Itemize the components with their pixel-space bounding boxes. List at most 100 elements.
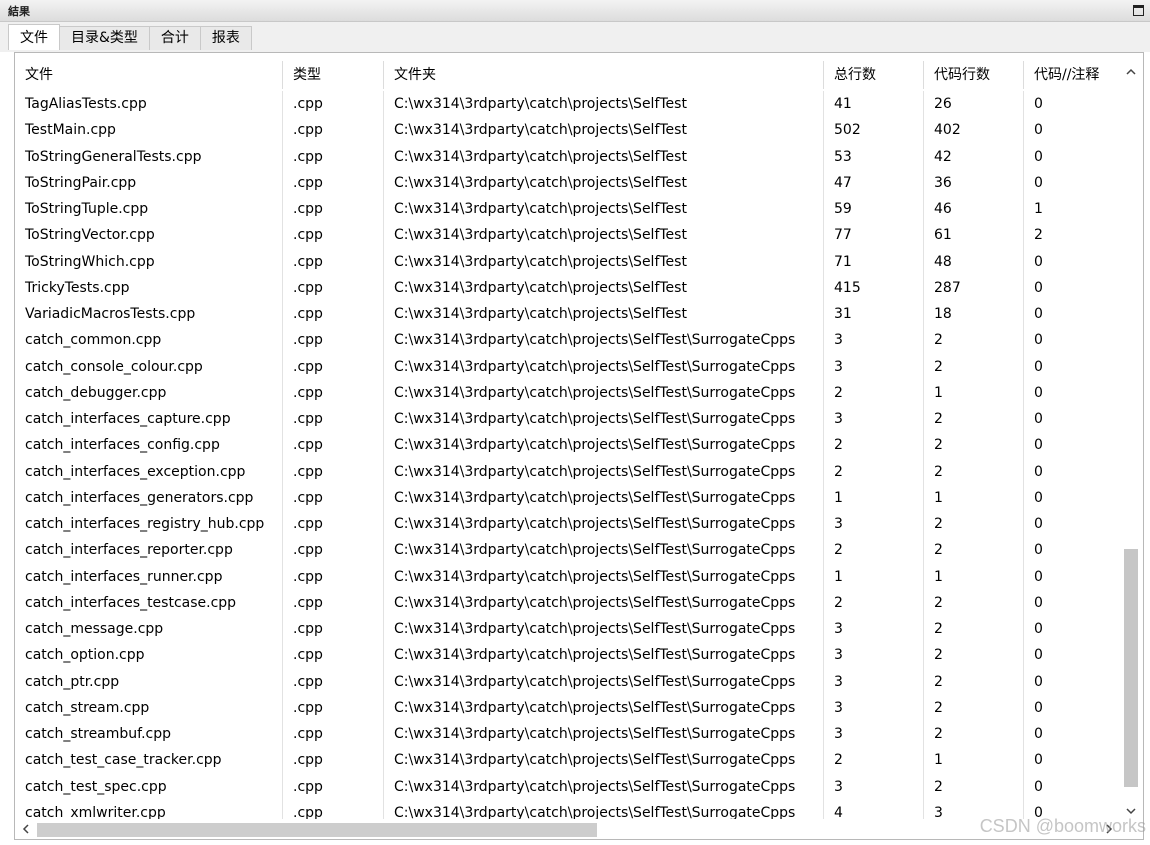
table-row[interactable]: catch_streambuf.cpp .cpp C:\wx314\3rdparty…	[15, 721, 1119, 748]
table-row[interactable]: TrickyTests.cpp .cpp C:\wx314\3rdparty\cat…	[15, 274, 1119, 301]
table-row[interactable]: catch_ptr.cpp .cpp C:\wx314\3rdparty\catch…	[15, 668, 1119, 695]
column-header-code-lines[interactable]: 代码行数	[924, 61, 1024, 89]
table-row[interactable]: catch_interfaces_testcase.cpp .cpp C:\wx31…	[15, 589, 1119, 616]
table-row[interactable]: catch_interfaces_exception.cpp .cpp C:\wx3…	[15, 458, 1119, 485]
column-header-type[interactable]: 类型	[283, 61, 384, 89]
cell-type: .cpp	[283, 668, 384, 695]
cell-file: catch_test_spec.cpp	[15, 773, 283, 800]
cell-folder: C:\wx314\3rdparty\catch\projects\SelfTes…	[384, 484, 824, 511]
cell-folder: C:\wx314\3rdparty\catch\projects\SelfTes…	[384, 458, 824, 485]
column-header-folder[interactable]: 文件夹	[384, 61, 824, 89]
cell-type: .cpp	[283, 248, 384, 275]
cell-file: catch_common.cpp	[15, 327, 283, 354]
table-row[interactable]: ToStringWhich.cpp .cpp C:\wx314\3rdparty\c…	[15, 248, 1119, 275]
cell-code-lines: 2	[924, 616, 1024, 643]
cell-file: ToStringTuple.cpp	[15, 196, 283, 223]
cell-type: .cpp	[283, 301, 384, 328]
cell-code-lines: 2	[924, 721, 1024, 748]
cell-code-lines: 402	[924, 117, 1024, 144]
cell-folder: C:\wx314\3rdparty\catch\projects\SelfTes…	[384, 537, 824, 564]
table-row[interactable]: catch_interfaces_runner.cpp .cpp C:\wx314\…	[15, 563, 1119, 590]
cell-total-lines: 1	[824, 484, 924, 511]
cell-type: .cpp	[283, 117, 384, 144]
cell-folder: C:\wx314\3rdparty\catch\projects\SelfTes…	[384, 668, 824, 695]
cell-code-lines: 48	[924, 248, 1024, 275]
scroll-up-button[interactable]	[1119, 61, 1143, 81]
cell-code-comment: 0	[1034, 96, 1043, 112]
column-header-total-lines[interactable]: 总行数	[824, 61, 924, 89]
scroll-right-button[interactable]	[1099, 819, 1119, 839]
tab-3[interactable]: 报表	[199, 26, 252, 50]
scroll-left-button[interactable]	[15, 819, 35, 839]
cell-type: .cpp	[283, 274, 384, 301]
horizontal-scrollbar[interactable]	[15, 819, 1119, 839]
table-row[interactable]: ToStringGeneralTests.cpp .cpp C:\wx314\3rd…	[15, 143, 1119, 170]
vertical-scroll-thumb[interactable]	[1124, 549, 1138, 787]
cell-type: .cpp	[283, 327, 384, 354]
cell-code-lines: 2	[924, 353, 1024, 380]
cell-code-comment: 0	[1034, 253, 1043, 270]
cell-file: catch_option.cpp	[15, 642, 283, 669]
table-row[interactable]: catch_message.cpp .cpp C:\wx314\3rdparty\c…	[15, 616, 1119, 643]
table-row[interactable]: catch_xmlwriter.cpp .cpp C:\wx314\3rdparty…	[15, 799, 1119, 821]
cell-file: catch_streambuf.cpp	[15, 721, 283, 748]
table-row[interactable]: catch_common.cpp .cpp C:\wx314\3rdparty\ca…	[15, 327, 1119, 354]
cell-total-lines: 2	[824, 458, 924, 485]
table-row[interactable]: ToStringVector.cpp .cpp C:\wx314\3rdparty\…	[15, 222, 1119, 249]
table-row[interactable]: catch_test_case_tracker.cpp .cpp C:\wx314\…	[15, 747, 1119, 774]
cell-code-comment: 1	[1034, 201, 1043, 217]
tab-1[interactable]: 目录&类型	[59, 26, 150, 50]
table-row[interactable]: catch_interfaces_config.cpp .cpp C:\wx314\…	[15, 432, 1119, 459]
column-header-file[interactable]: 文件	[15, 61, 283, 89]
table-row[interactable]: catch_console_colour.cpp .cpp C:\wx314\3rd…	[15, 353, 1119, 380]
cell-type: .cpp	[283, 458, 384, 485]
cell-folder: C:\wx314\3rdparty\catch\projects\SelfTes…	[384, 143, 824, 170]
cell-folder: C:\wx314\3rdparty\catch\projects\SelfTes…	[384, 616, 824, 643]
table-row[interactable]: VariadicMacrosTests.cpp .cpp C:\wx314\3rdp…	[15, 301, 1119, 328]
cell-folder: C:\wx314\3rdparty\catch\projects\SelfTes…	[384, 406, 824, 433]
cell-code-lines: 2	[924, 668, 1024, 695]
horizontal-scroll-thumb[interactable]	[37, 823, 597, 837]
cell-folder: C:\wx314\3rdparty\catch\projects\SelfTes…	[384, 169, 824, 196]
cell-code-lines: 18	[924, 301, 1024, 328]
cell-code-lines: 2	[924, 537, 1024, 564]
tab-0[interactable]: 文件	[8, 24, 60, 50]
table-row[interactable]: catch_interfaces_capture.cpp .cpp C:\wx314…	[15, 406, 1119, 433]
tab-2[interactable]: 合计	[148, 26, 201, 50]
cell-folder: C:\wx314\3rdparty\catch\projects\SelfTes…	[384, 432, 824, 459]
table-row[interactable]: catch_interfaces_registry_hub.cpp .cpp C:\…	[15, 511, 1119, 538]
cell-total-lines: 3	[824, 327, 924, 354]
table-row[interactable]: catch_debugger.cpp .cpp C:\wx314\3rdparty\…	[15, 379, 1119, 406]
cell-code-lines: 2	[924, 432, 1024, 459]
table-row[interactable]: catch_option.cpp .cpp C:\wx314\3rdparty\ca…	[15, 642, 1119, 669]
cell-file: VariadicMacrosTests.cpp	[15, 301, 283, 328]
cell-type: .cpp	[283, 143, 384, 170]
column-header-code-comment[interactable]: 代码//注释	[1024, 61, 1119, 89]
cell-total-lines: 3	[824, 668, 924, 695]
cell-code-lines: 2	[924, 511, 1024, 538]
table-row[interactable]: catch_interfaces_reporter.cpp .cpp C:\wx31…	[15, 537, 1119, 564]
results-panel: 文件 类型 文件夹 总行数 代码行数 代码//注释 TagAliasTests.cpp .c…	[14, 52, 1144, 840]
restore-button[interactable]	[1130, 2, 1146, 18]
table-row[interactable]: TestMain.cpp .cpp C:\wx314\3rdparty\catch\…	[15, 117, 1119, 144]
cell-code-lines: 2	[924, 406, 1024, 433]
cell-folder: C:\wx314\3rdparty\catch\projects\SelfTes…	[384, 248, 824, 275]
table-row[interactable]: catch_test_spec.cpp .cpp C:\wx314\3rdparty…	[15, 773, 1119, 800]
table-row[interactable]: ToStringTuple.cpp .cpp C:\wx314\3rdparty\c…	[15, 196, 1119, 223]
cell-total-lines: 59	[824, 196, 924, 223]
cell-code-lines: 2	[924, 773, 1024, 800]
cell-file: catch_debugger.cpp	[15, 379, 283, 406]
cell-type: .cpp	[283, 799, 384, 821]
table-row[interactable]: ToStringPair.cpp .cpp C:\wx314\3rdparty\ca…	[15, 169, 1119, 196]
vertical-scrollbar[interactable]	[1119, 61, 1143, 821]
cell-total-lines: 3	[824, 511, 924, 538]
cell-folder: C:\wx314\3rdparty\catch\projects\SelfTes…	[384, 117, 824, 144]
table-row[interactable]: catch_stream.cpp .cpp C:\wx314\3rdparty\ca…	[15, 694, 1119, 721]
cell-code-comment: 0	[1034, 568, 1043, 585]
table-row[interactable]: TagAliasTests.cpp .cpp C:\wx314\3rdparty\c…	[15, 91, 1119, 118]
table-row[interactable]: catch_interfaces_generators.cpp .cpp C:\wx…	[15, 484, 1119, 511]
scroll-down-button[interactable]	[1119, 801, 1143, 821]
cell-code-lines: 46	[924, 196, 1024, 223]
restore-window-icon	[1132, 4, 1144, 16]
cell-total-lines: 2	[824, 589, 924, 616]
